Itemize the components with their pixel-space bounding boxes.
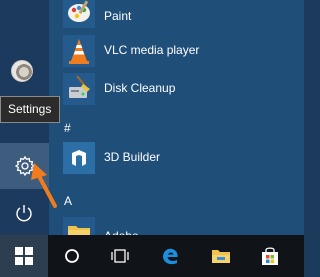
power-icon: [16, 205, 32, 222]
file-explorer-button[interactable]: [197, 235, 245, 277]
store-icon: [262, 247, 278, 265]
edge-icon: [163, 248, 178, 265]
start-button[interactable]: [0, 235, 48, 277]
app-item-disk-cleanup[interactable]: Disk Cleanup: [49, 71, 304, 107]
paint-icon: [63, 0, 95, 28]
windows-start-icon: [15, 247, 33, 265]
task-view-icon: [111, 249, 129, 263]
taskbar: [0, 235, 304, 277]
power-button[interactable]: [13, 202, 35, 224]
task-view-button[interactable]: [96, 235, 144, 277]
section-letter-a[interactable]: A: [64, 194, 72, 208]
app-item-3d-builder[interactable]: 3D Builder: [49, 140, 304, 176]
app-item-vlc[interactable]: VLC media player: [49, 33, 304, 69]
edge-button[interactable]: [146, 235, 194, 277]
section-letter-hash[interactable]: #: [64, 121, 71, 135]
app-label: 3D Builder: [104, 150, 161, 164]
user-avatar[interactable]: [11, 60, 33, 82]
settings-tooltip: Settings: [0, 96, 60, 123]
settings-button[interactable]: [0, 143, 49, 189]
file-explorer-icon: [212, 250, 230, 263]
gear-icon: [14, 155, 36, 177]
disk-cleanup-icon: [63, 73, 95, 105]
vlc-icon: [63, 35, 95, 67]
cortana-circle-icon: [65, 249, 79, 263]
store-button[interactable]: [246, 235, 294, 277]
app-item-paint[interactable]: Paint: [49, 0, 304, 36]
3d-builder-icon: [63, 142, 95, 174]
app-label: Disk Cleanup: [104, 81, 176, 95]
app-label: Paint: [104, 9, 132, 23]
cortana-button[interactable]: [48, 235, 96, 277]
app-label: VLC media player: [104, 43, 200, 57]
